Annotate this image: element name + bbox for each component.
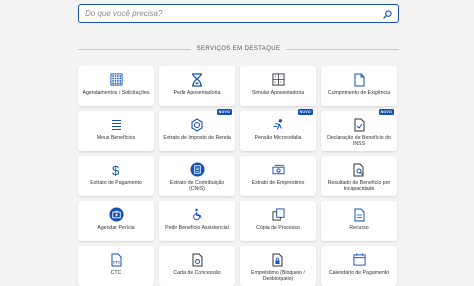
divider-left [78, 48, 191, 50]
search-input[interactable] [85, 5, 375, 22]
dollar-icon: $ [111, 162, 121, 177]
service-label: Simular Aposentadoria [251, 90, 305, 96]
service-card[interactable]: Recurso [321, 201, 397, 241]
service-label: Pedir Aposentadoria [173, 90, 221, 96]
money-icon [271, 162, 285, 177]
svg-text:$: $ [112, 163, 120, 177]
service-label: Resultado de Benefício por Incapacidade [327, 180, 391, 193]
lion-icon [190, 117, 204, 132]
service-card[interactable]: Meus Benefícios [78, 111, 154, 151]
services-grid: Agendamentos / Solicitações Pedir Aposent… [78, 66, 399, 286]
service-label: Extrato de Imposto de Renda [163, 135, 231, 141]
service-card[interactable]: NOVO Extrato de Imposto de Renda [159, 109, 235, 151]
calculator-icon: + − × = [271, 72, 285, 87]
calendar-grid-icon [109, 72, 123, 87]
service-label: Extrato de Contribuição (CNIS) [169, 180, 225, 193]
document-check-icon [354, 117, 365, 132]
calendar-icon [352, 252, 366, 267]
service-card[interactable]: Extrato de Contribuição (CNIS) [159, 156, 235, 196]
divider-right [286, 48, 400, 50]
section-title: SERVIÇOS EM DESTAQUE [196, 46, 281, 52]
child-icon [272, 117, 285, 132]
service-label: Cópia de Processo [256, 225, 300, 231]
list-icon [110, 117, 122, 132]
service-card[interactable]: Agendamentos / Solicitações [78, 66, 154, 106]
service-label: Carta de Concessão [173, 270, 221, 276]
wheelchair-icon [191, 207, 204, 222]
lock-document-icon [272, 252, 284, 267]
service-card[interactable]: Pedir Benefício Assistencial [159, 201, 235, 241]
service-card[interactable]: Resultado de Benefício por Incapacidade [321, 156, 397, 196]
service-card[interactable]: Pedir Aposentadoria [159, 66, 235, 106]
service-card[interactable]: Agendar Perícia [78, 201, 154, 241]
svg-text:+: + [274, 75, 276, 79]
service-card[interactable]: Cumprimento de Exigência [321, 66, 397, 106]
document-search-icon [353, 162, 365, 177]
svg-text:=: = [279, 81, 281, 85]
service-card[interactable]: Cópia de Processo [240, 201, 316, 241]
service-label: Agendamentos / Solicitações [82, 90, 150, 96]
clipboard-icon [189, 162, 205, 177]
service-card[interactable]: $ Extrato de Pagamento [78, 156, 154, 196]
service-card[interactable]: Empréstimo (Bloqueio / Desbloqueio) [240, 246, 316, 286]
service-label: CTC [110, 270, 122, 276]
svg-text:×: × [274, 81, 276, 85]
new-badge: NOVO [216, 109, 232, 115]
document-letter-icon [192, 252, 203, 267]
search-icon[interactable] [380, 7, 394, 21]
medical-case-icon [108, 207, 124, 222]
service-label: Meus Benefícios [96, 135, 136, 141]
copy-icon [271, 207, 285, 222]
service-label: Extrato de Pagamento [90, 180, 142, 186]
new-badge: NOVO [378, 109, 394, 115]
service-card[interactable]: NOVO Declaração de Benefício do INSS [321, 109, 397, 151]
section-header: SERVIÇOS EM DESTAQUE [78, 43, 400, 55]
service-card[interactable]: Carta de Concessão [159, 246, 235, 286]
search-bar [78, 4, 399, 23]
service-label: Pensão Microcefalia [254, 135, 302, 141]
document-ctc-icon: CTC [111, 252, 122, 267]
service-label: Calendário de Pagamento [328, 270, 390, 276]
service-label: Agendar Perícia [97, 225, 135, 231]
service-card[interactable]: CTC CTC [78, 246, 154, 286]
service-label: Declaração de Benefício do INSS [327, 135, 391, 148]
service-card[interactable]: + − × = Simular Aposentadoria [240, 66, 316, 106]
service-label: Pedir Benefício Assistencial [165, 225, 229, 231]
new-badge: NOVO [297, 109, 313, 115]
service-label: Extrato de Empréstimo [251, 180, 305, 186]
service-card[interactable]: Calendário de Pagamento [321, 246, 397, 286]
hourglass-icon [191, 72, 203, 87]
document-icon [354, 72, 365, 87]
service-label: Recurso [349, 225, 369, 231]
document-recurso-icon [354, 207, 365, 222]
service-label: Empréstimo (Bloqueio / Desbloqueio) [251, 270, 305, 283]
service-label: Cumprimento de Exigência [327, 90, 391, 96]
service-card[interactable]: Extrato de Empréstimo [240, 156, 316, 196]
svg-text:−: − [279, 75, 281, 79]
svg-text:CTC: CTC [113, 260, 121, 264]
service-card[interactable]: NOVO Pensão Microcefalia [240, 109, 316, 151]
